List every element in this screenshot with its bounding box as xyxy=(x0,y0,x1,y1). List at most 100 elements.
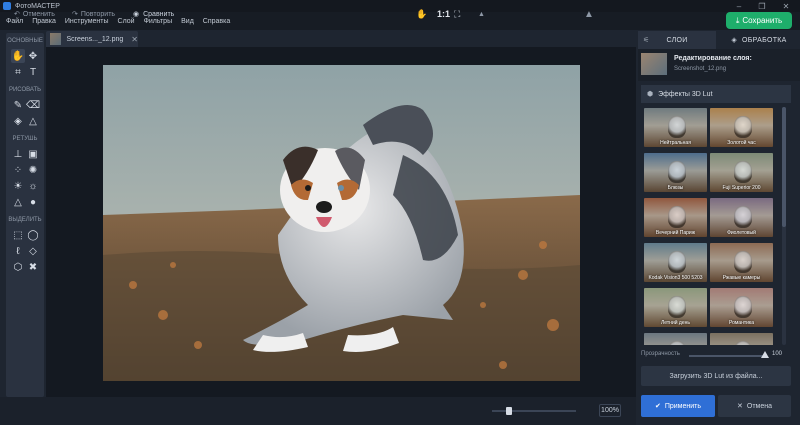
layer-thumbnail xyxy=(641,53,667,75)
toolbox-section-draw: РИСОВАТЬ xyxy=(8,87,42,93)
opacity-slider-thumb[interactable] xyxy=(761,351,769,358)
opacity-row: Прозрачность 100 xyxy=(641,349,787,361)
menu-layer[interactable]: Слой xyxy=(118,18,135,25)
fill-tool-icon[interactable]: ◈ xyxy=(11,114,25,128)
menu-view[interactable]: Вид xyxy=(181,18,194,25)
cancel-button-label: Отмена xyxy=(746,402,772,410)
eye-icon: ◉ xyxy=(133,11,140,18)
opacity-slider[interactable] xyxy=(689,351,769,358)
sliders-icon: ⚟ xyxy=(643,37,650,44)
lut-item[interactable]: Ржавые камеры xyxy=(710,243,773,282)
zoom-slider[interactable] xyxy=(492,407,576,415)
zoom-out-icon[interactable]: ▲ xyxy=(478,0,485,28)
minimize-button[interactable]: – xyxy=(728,0,750,12)
drop-tool-icon[interactable]: ● xyxy=(26,195,40,209)
document-name: Screens..._12.png xyxy=(66,35,124,43)
lut-grid: Нейтральная Золотой час Блюзы Fuji Super… xyxy=(641,107,779,345)
compare-button[interactable]: ◉ Сравнить xyxy=(133,0,174,28)
eraser-tool-icon[interactable]: ⌫ xyxy=(26,98,40,112)
title-bar: ФотоМАСТЕР – ❐ ✕ xyxy=(0,0,800,12)
brush-tool-icon[interactable]: ✎ xyxy=(11,98,25,112)
opacity-value[interactable]: 100 xyxy=(772,351,782,357)
lut-tint-overlay xyxy=(710,333,773,345)
polygon-lasso-icon[interactable]: ◇ xyxy=(26,244,40,258)
lut-item[interactable]: Фиолетовый xyxy=(710,198,773,237)
lut-item[interactable]: Fuji Superior 200 xyxy=(710,153,773,192)
undo-icon: ↶ xyxy=(14,11,20,18)
redo-icon: ↷ xyxy=(72,11,78,18)
blur-tool-icon[interactable]: ✺ xyxy=(26,163,40,177)
stamp-tool-icon[interactable]: ⊥ xyxy=(11,147,25,161)
ellipse-select-icon[interactable]: ◯ xyxy=(26,228,40,242)
zoom-slider-thumb[interactable] xyxy=(505,407,512,415)
lut-item[interactable]: Романтика xyxy=(710,288,773,327)
download-icon: ⤓ xyxy=(735,15,740,25)
redo-label: Повторить xyxy=(80,10,116,18)
rect-select-icon[interactable]: ⬚ xyxy=(11,228,25,242)
lut-item[interactable]: Золотой час xyxy=(710,108,773,147)
lut-item[interactable] xyxy=(710,333,773,345)
healing-tool-icon[interactable]: ⁘ xyxy=(11,163,25,177)
zoom-value[interactable]: 100% xyxy=(599,404,621,417)
toolbox-section-basic: ОСНОВНЫЕ xyxy=(7,38,43,44)
lut-item[interactable]: Блюзы xyxy=(644,153,707,192)
tab-layers-label: СЛОИ xyxy=(666,36,688,44)
save-button[interactable]: ⤓ Сохранить xyxy=(726,12,792,29)
crop-tool-icon[interactable]: ⌗ xyxy=(11,65,25,79)
cube-icon: ⬢ xyxy=(647,91,654,98)
zoom-in-icon[interactable]: ▲ xyxy=(584,0,594,28)
lut-item[interactable]: Kodak Vision3 500 5203 xyxy=(644,243,707,282)
fit-screen-icon[interactable]: ⛶ xyxy=(454,0,460,28)
magic-wand-icon[interactable]: ✖ xyxy=(26,260,40,274)
toolbox-section-select: ВЫДЕЛИТЬ xyxy=(8,217,42,223)
load-lut-button[interactable]: Загрузить 3D Lut из файла... xyxy=(641,366,791,386)
photo-canvas[interactable] xyxy=(103,65,580,381)
effects-header[interactable]: ⬢ Эффекты 3D Lut xyxy=(641,85,791,103)
lut-item[interactable] xyxy=(644,333,707,345)
redo-button[interactable]: ↷ Повторить xyxy=(72,0,115,28)
lut-item[interactable]: Вечерний Париж xyxy=(644,198,707,237)
magic-select-icon[interactable]: ⬡ xyxy=(11,260,25,274)
lut-item[interactable]: Нейтральная xyxy=(644,108,707,147)
move-tool-icon[interactable]: ✥ xyxy=(26,49,40,63)
hand-icon[interactable]: ✋ xyxy=(416,0,427,28)
app-logo-icon xyxy=(3,2,11,10)
undo-label: Отменить xyxy=(22,10,55,18)
maximize-icon: ❐ xyxy=(758,1,766,11)
tab-layers[interactable]: ⚟ СЛОИ xyxy=(638,31,716,49)
scrollbar-thumb[interactable] xyxy=(782,107,786,227)
layer-title: Редактирование слоя: xyxy=(674,55,752,62)
compare-label: Сравнить xyxy=(143,10,175,18)
apply-button[interactable]: ✔ Применить xyxy=(641,395,715,417)
hand-tool-icon[interactable]: ✋ xyxy=(11,49,25,63)
minimize-icon: – xyxy=(736,1,742,11)
shapes-tool-icon[interactable]: △ xyxy=(26,114,40,128)
sharpen-tool-icon[interactable]: △ xyxy=(11,195,25,209)
tab-processing[interactable]: ◈ ОБРАБОТКА xyxy=(718,31,800,49)
close-tab-icon[interactable]: ✕ xyxy=(131,35,138,44)
layer-file-name: Screenshot_12.png xyxy=(674,66,727,72)
check-icon: ✔ xyxy=(654,403,661,410)
patch-tool-icon[interactable]: ▣ xyxy=(26,147,40,161)
document-thumbnail xyxy=(50,33,62,45)
lut-scrollbar[interactable] xyxy=(782,107,786,345)
dodge-tool-icon[interactable]: ☀ xyxy=(11,179,25,193)
ratio-button[interactable]: 1:1 xyxy=(437,0,450,28)
effects-header-label: Эффекты 3D Lut xyxy=(658,90,713,98)
cancel-button[interactable]: ✕ Отмена xyxy=(718,395,791,417)
text-tool-icon[interactable]: T xyxy=(26,65,40,79)
menu-help[interactable]: Справка xyxy=(203,18,230,25)
toolbox-section-retouch: РЕТУШЬ xyxy=(12,136,38,142)
maximize-button[interactable]: ❐ xyxy=(751,0,773,12)
close-window-button[interactable]: ✕ xyxy=(775,0,797,12)
lut-preview xyxy=(644,333,707,345)
save-button-label: Сохранить xyxy=(742,16,783,25)
undo-button[interactable]: ↶ Отменить xyxy=(14,0,55,28)
lut-item[interactable]: Летний день xyxy=(644,288,707,327)
burn-tool-icon[interactable]: ☼ xyxy=(26,179,40,193)
toolbox: ОСНОВНЫЕ ✋ ✥ ⌗ T РИСОВАТЬ ✎ ⌫ ◈ △ РЕТУШЬ… xyxy=(6,33,44,397)
dog-photo xyxy=(103,65,580,381)
layers-icon: ◈ xyxy=(731,37,738,44)
lasso-tool-icon[interactable]: ℓ xyxy=(11,244,25,258)
document-tab[interactable]: Screens..._12.png ✕ xyxy=(46,31,138,47)
